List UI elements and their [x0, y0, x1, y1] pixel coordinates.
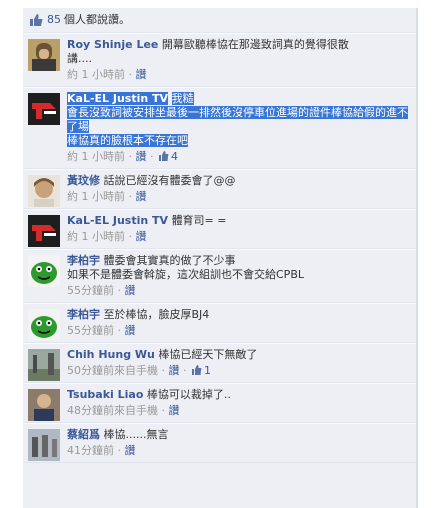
- comment-text: 體育司= =: [171, 214, 227, 227]
- commenter-name[interactable]: KaL-EL Justin TV: [67, 214, 168, 227]
- avatar[interactable]: [28, 255, 60, 287]
- comment: KaL-EL Justin TV 我糙 會長沒致詞被安排坐最後一排然後沒停車位進…: [23, 87, 418, 169]
- comment: 蔡紹爲 棒協......無言 41分鐘前 · 讚: [23, 423, 418, 463]
- comment-text: 棒協......無言: [103, 428, 169, 441]
- comment-meta: 約 1 小時前 · 讚 · 4: [67, 150, 178, 163]
- likes-count[interactable]: 85: [47, 8, 61, 32]
- likes-text: 個人都說讚。: [64, 13, 130, 26]
- timestamp[interactable]: 約 1 小時前: [67, 150, 125, 163]
- comment-text: 至於棒協，臉皮厚BJ4: [103, 308, 210, 321]
- comment-meta: 55分鐘前 · 讚: [67, 324, 136, 337]
- commenter-name[interactable]: KaL-EL Justin TV: [67, 92, 169, 105]
- likes-summary: 85 個人都說讚。: [23, 8, 418, 33]
- avatar[interactable]: [28, 309, 60, 341]
- like-link[interactable]: 讚: [169, 404, 180, 417]
- like-count[interactable]: 1: [204, 364, 211, 377]
- avatar[interactable]: [28, 389, 60, 421]
- timestamp[interactable]: 50分鐘前來自手機: [67, 364, 158, 377]
- like-count[interactable]: 4: [171, 150, 178, 163]
- like-link[interactable]: 讚: [125, 284, 136, 297]
- timestamp[interactable]: 41分鐘前: [67, 444, 114, 457]
- comment: Tsubaki Liao 棒協可以裁掉了.. 48分鐘前來自手機 · 讚: [23, 383, 418, 423]
- like-link[interactable]: 讚: [136, 190, 147, 203]
- comment-text: 體委會其實真的做了不少事 如果不是體委會斡旋，這次組訓也不會交給CPBL: [67, 254, 304, 281]
- like-thumb-icon: [192, 365, 202, 375]
- commenter-name[interactable]: Chih Hung Wu: [67, 348, 155, 361]
- comment-meta: 41分鐘前 · 讚: [67, 444, 136, 457]
- comment-meta: 50分鐘前來自手機 · 讚 · 1: [67, 364, 211, 377]
- like-link[interactable]: 讚: [136, 68, 147, 81]
- avatar[interactable]: [28, 349, 60, 381]
- timestamp[interactable]: 55分鐘前: [67, 284, 114, 297]
- like-thumb-icon: [30, 14, 43, 26]
- avatar[interactable]: [28, 39, 60, 71]
- comment-text: 棒協可以裁掉了..: [146, 388, 231, 401]
- like-link[interactable]: 讚: [125, 444, 136, 457]
- comment: Chih Hung Wu 棒協已經天下無敵了 50分鐘前來自手機 · 讚 · 1: [23, 343, 418, 383]
- commenter-name[interactable]: 李柏宇: [67, 254, 100, 267]
- comment: 李柏宇 至於棒協，臉皮厚BJ4 55分鐘前 · 讚: [23, 303, 418, 343]
- timestamp[interactable]: 約 1 小時前: [67, 190, 125, 203]
- comment-meta: 約 1 小時前 · 讚: [67, 68, 147, 81]
- comment-meta: 約 1 小時前 · 讚: [67, 230, 147, 243]
- comment: 黃玟修 話說已經沒有體委會了@@ 約 1 小時前 · 讚: [23, 169, 418, 209]
- avatar[interactable]: [28, 215, 60, 247]
- like-link[interactable]: 讚: [136, 150, 147, 163]
- commenter-name[interactable]: 蔡紹爲: [67, 428, 100, 441]
- commenter-name[interactable]: Roy Shinje Lee: [67, 38, 158, 51]
- comments-panel: 85 個人都說讚。 Roy Shinje Lee 開幕歐聽棒協在那邊致詞真的覺得…: [23, 8, 418, 508]
- comment: KaL-EL Justin TV 體育司= = 約 1 小時前 · 讚: [23, 209, 418, 249]
- comment-text: 話說已經沒有體委會了@@: [103, 174, 236, 187]
- comment-meta: 48分鐘前來自手機 · 讚: [67, 404, 180, 417]
- like-link[interactable]: 讚: [125, 324, 136, 337]
- timestamp[interactable]: 約 1 小時前: [67, 230, 125, 243]
- like-thumb-icon: [159, 151, 169, 161]
- avatar[interactable]: [28, 429, 60, 461]
- timestamp[interactable]: 48分鐘前來自手機: [67, 404, 158, 417]
- like-link[interactable]: 讚: [169, 364, 180, 377]
- avatar[interactable]: [28, 93, 60, 125]
- like-link[interactable]: 讚: [136, 230, 147, 243]
- comment: Roy Shinje Lee 開幕歐聽棒協在那邊致詞真的覺得很散 講.... 約…: [23, 33, 418, 87]
- commenter-name[interactable]: 黃玟修: [67, 174, 100, 187]
- panel-edge: [416, 8, 418, 508]
- avatar[interactable]: [28, 175, 60, 207]
- comment-text: 棒協已經天下無敵了: [158, 348, 258, 361]
- comment: 李柏宇 體委會其實真的做了不少事 如果不是體委會斡旋，這次組訓也不會交給CPBL…: [23, 249, 418, 303]
- commenter-name[interactable]: 李柏宇: [67, 308, 100, 321]
- comment-meta: 約 1 小時前 · 讚: [67, 190, 147, 203]
- commenter-name[interactable]: Tsubaki Liao: [67, 388, 143, 401]
- comment-meta: 55分鐘前 · 讚: [67, 284, 136, 297]
- timestamp[interactable]: 約 1 小時前: [67, 68, 125, 81]
- timestamp[interactable]: 55分鐘前: [67, 324, 114, 337]
